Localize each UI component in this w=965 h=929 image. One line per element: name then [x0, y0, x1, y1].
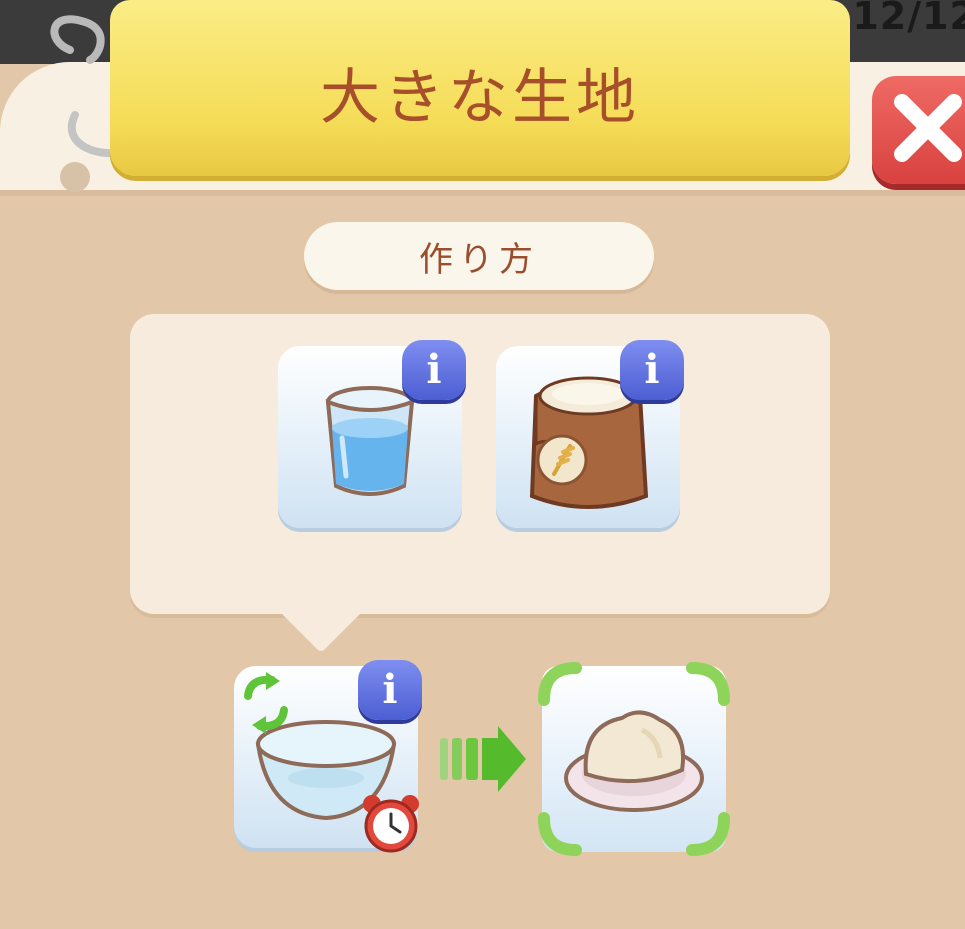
ingredient-card-flour[interactable]: i	[496, 340, 684, 528]
tool-card-mixing-bowl[interactable]: i	[234, 660, 422, 853]
ingredients-pointer	[276, 608, 366, 651]
title-banner: 大きな生地	[110, 0, 850, 176]
info-button[interactable]: i	[358, 660, 422, 720]
alarm-clock-icon	[363, 795, 419, 853]
info-button[interactable]: i	[402, 340, 466, 400]
info-icon: i	[382, 666, 398, 713]
close-icon	[894, 94, 962, 162]
selection-corners	[538, 662, 730, 856]
recipe-section-label: 作り方	[304, 222, 654, 290]
result-arrow-icon	[440, 726, 526, 792]
ingredient-card-water[interactable]: i	[278, 340, 466, 528]
close-button[interactable]	[872, 76, 965, 184]
result-card-dough[interactable]	[538, 662, 730, 856]
refresh-arrows-icon	[244, 672, 288, 734]
info-button[interactable]: i	[620, 340, 684, 400]
info-icon: i	[426, 346, 442, 393]
page-title: 大きな生地	[320, 62, 640, 133]
info-icon: i	[644, 346, 660, 393]
inventory-counter: 12/12	[852, 0, 965, 38]
ingredients-box	[130, 314, 830, 614]
